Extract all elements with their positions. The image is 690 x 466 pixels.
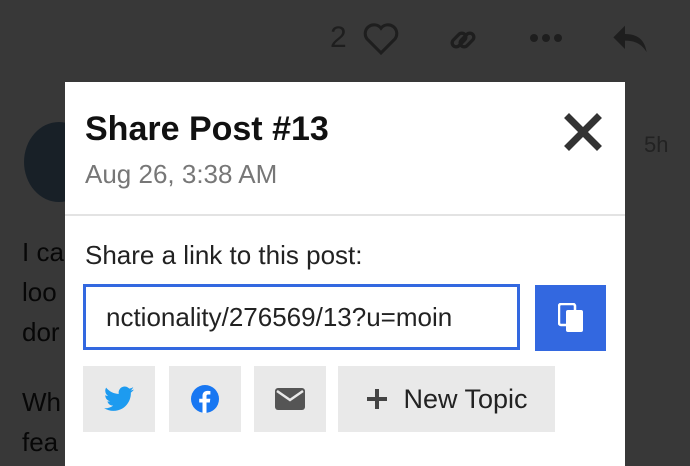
envelope-icon (275, 388, 305, 410)
twitter-icon (104, 386, 134, 411)
share-twitter-button[interactable] (83, 366, 155, 432)
post-date: Aug 26, 3:38 AM (85, 159, 278, 189)
copy-link-button[interactable] (535, 285, 606, 351)
share-email-button[interactable] (254, 366, 326, 432)
copy-icon (557, 303, 583, 332)
share-label: Share a link to this post: (85, 240, 363, 270)
new-topic-label: New Topic (403, 383, 528, 414)
modal-title: Share Post #13 (85, 110, 329, 148)
close-icon (564, 113, 602, 151)
close-button[interactable] (559, 108, 607, 156)
share-link-input[interactable] (83, 284, 520, 350)
divider (65, 214, 625, 216)
plus-icon (367, 389, 388, 409)
share-facebook-button[interactable] (169, 366, 241, 432)
facebook-icon (191, 385, 219, 413)
share-post-modal: Share Post #13 Aug 26, 3:38 AM Share a l… (65, 82, 625, 466)
new-topic-button[interactable]: New Topic (338, 366, 555, 432)
